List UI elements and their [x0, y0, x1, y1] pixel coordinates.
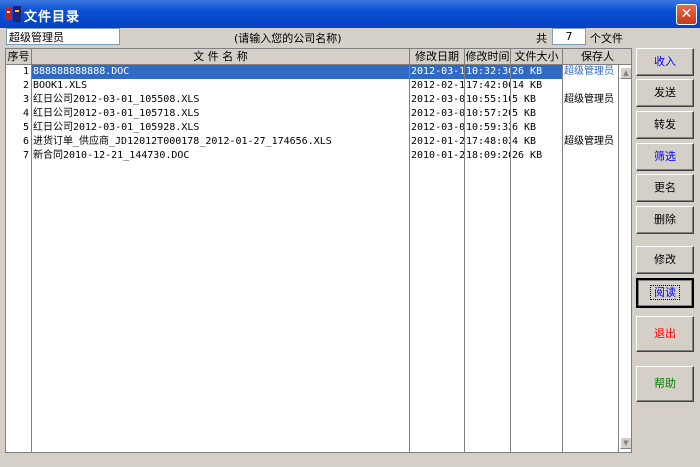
file-size: 5 KB [511, 93, 563, 107]
file-name: 红日公司2012-03-01_105928.XLS [32, 121, 410, 135]
file-owner [563, 149, 619, 163]
row-index: 5 [6, 121, 32, 135]
scroll-down-button[interactable]: ▼ [620, 437, 631, 449]
column-header-size[interactable]: 文件大小 [511, 49, 563, 65]
file-size: 4 KB [511, 135, 563, 149]
file-size: 26 KB [511, 65, 563, 79]
file-name: BOOK1.XLS [32, 79, 410, 93]
modify-button[interactable]: 修改 [636, 246, 694, 274]
title-bar[interactable]: 文件目录 ✕ [0, 0, 700, 28]
row-index: 6 [6, 135, 32, 149]
filter-button[interactable]: 筛选 [636, 143, 694, 171]
file-size: 5 KB [511, 107, 563, 121]
forward-button[interactable]: 转发 [636, 111, 694, 139]
file-time: 17:42:06 [466, 79, 511, 93]
read-label: 阅读 [650, 285, 680, 300]
file-size: 6 KB [511, 121, 563, 135]
file-owner [563, 107, 619, 121]
send-label: 发送 [654, 86, 676, 99]
app-icon [5, 6, 21, 22]
company-name-input[interactable] [6, 28, 120, 45]
file-date: 2012-03-10 [410, 65, 465, 79]
window-title: 文件目录 [24, 10, 81, 25]
file-list-header: 序号 文 件 名 称 修改日期 修改时间 文件大小 保存人 [6, 49, 631, 65]
row-index: 2 [6, 79, 32, 93]
send-button[interactable]: 发送 [636, 79, 694, 107]
file-date: 2012-02-18 [411, 79, 465, 93]
read-button[interactable]: 阅读 [636, 278, 694, 308]
help-button[interactable]: 帮助 [636, 366, 694, 402]
file-date: 2012-03-01 [411, 93, 465, 107]
forward-label: 转发 [654, 118, 676, 131]
close-icon: ✕ [680, 6, 693, 22]
scroll-up-button[interactable]: ▲ [620, 67, 631, 79]
column-header-name[interactable]: 文 件 名 称 [32, 49, 410, 65]
file-time: 10:57:20 [466, 107, 511, 121]
table-row[interactable]: 4 红日公司2012-03-01_105718.XLS 2012-03-01 1… [6, 107, 619, 121]
column-header-date[interactable]: 修改日期 [410, 49, 465, 65]
file-count-value: 7 [552, 28, 586, 45]
delete-label: 删除 [654, 213, 676, 226]
row-index: 1 [6, 65, 32, 79]
receive-label: 收入 [654, 55, 676, 68]
help-label: 帮助 [654, 377, 676, 390]
file-list[interactable]: 序号 文 件 名 称 修改日期 修改时间 文件大小 保存人 1 88888888… [5, 48, 632, 453]
modify-label: 修改 [654, 253, 676, 266]
file-count-prefix: 共 [536, 32, 547, 45]
file-owner: 超级管理员 [563, 93, 619, 107]
file-count-suffix: 个文件 [590, 32, 623, 45]
file-date: 2010-01-24 [411, 149, 465, 163]
file-date: 2012-01-27 [411, 135, 465, 149]
file-time: 10:59:32 [466, 121, 511, 135]
exit-button[interactable]: 退出 [636, 316, 694, 352]
delete-button[interactable]: 删除 [636, 206, 694, 234]
file-name: 红日公司2012-03-01_105508.XLS [32, 93, 410, 107]
file-owner: 超级管理员 [563, 135, 619, 149]
table-row[interactable]: 3 红日公司2012-03-01_105508.XLS 2012-03-01 1… [6, 93, 619, 107]
file-owner [563, 79, 619, 93]
table-row[interactable]: 7 新合同2010-12-21_144730.DOC 2010-01-24 18… [6, 149, 619, 163]
table-row[interactable]: 2 BOOK1.XLS 2012-02-18 17:42:06 14 KB [6, 79, 619, 93]
file-name: 888888888888.DOC [32, 65, 410, 79]
receive-button[interactable]: 收入 [636, 48, 694, 76]
exit-label: 退出 [654, 327, 676, 340]
file-time: 10:55:10 [466, 93, 511, 107]
file-name: 红日公司2012-03-01_105718.XLS [32, 107, 410, 121]
file-date: 2012-03-01 [411, 107, 465, 121]
file-size: 26 KB [511, 149, 563, 163]
table-row[interactable]: 6 进货订单_供应商_JD12012T000178_2012-01-27_174… [6, 135, 619, 149]
table-row[interactable]: 5 红日公司2012-03-01_105928.XLS 2012-03-01 1… [6, 121, 619, 135]
row-index: 4 [6, 107, 32, 121]
column-header-time[interactable]: 修改时间 [465, 49, 511, 65]
column-header-index[interactable]: 序号 [6, 49, 32, 65]
rename-label: 更名 [654, 181, 676, 194]
file-owner [563, 121, 619, 135]
file-name: 新合同2010-12-21_144730.DOC [32, 149, 410, 163]
close-button[interactable]: ✕ [676, 4, 697, 25]
table-row[interactable]: 1 888888888888.DOC 2012-03-10 10:32:30 2… [6, 65, 619, 79]
row-index: 3 [6, 93, 32, 107]
file-time: 18:09:20 [466, 149, 511, 163]
row-index: 7 [6, 149, 32, 163]
column-header-owner[interactable]: 保存人 [563, 49, 631, 65]
filter-label: 筛选 [654, 150, 676, 163]
file-owner: 超级管理员 [563, 65, 619, 79]
file-time: 10:32:30 [465, 65, 511, 79]
file-date: 2012-03-01 [411, 121, 465, 135]
file-time: 17:48:02 [466, 135, 511, 149]
file-name: 进货订单_供应商_JD12012T000178_2012-01-27_17465… [32, 135, 410, 149]
rename-button[interactable]: 更名 [636, 174, 694, 202]
file-size: 14 KB [511, 79, 563, 93]
company-name-hint: (请输入您的公司名称) [234, 32, 342, 45]
